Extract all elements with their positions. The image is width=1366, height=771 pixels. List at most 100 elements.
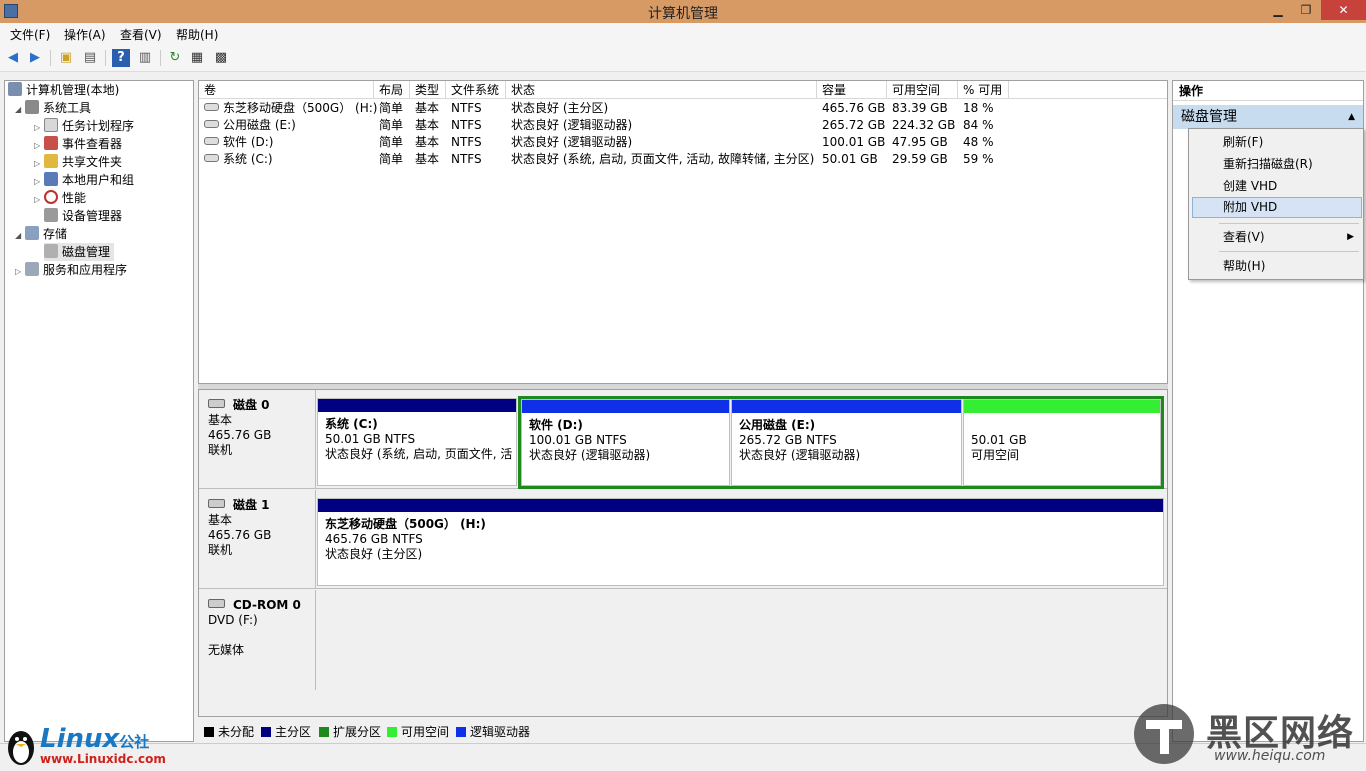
column-percent-free[interactable]: % 可用 [958, 81, 1009, 99]
column-capacity[interactable]: 容量 [817, 81, 887, 99]
rescan-icon[interactable]: ▩ [212, 49, 230, 67]
actions-header: 操作 [1173, 81, 1363, 101]
expand-arrow-icon[interactable]: ▷ [34, 191, 44, 209]
tree-root-label: 计算机管理(本地) [26, 83, 120, 97]
window-title: 计算机管理 [648, 6, 718, 22]
submenu-arrow-icon: ▶ [1347, 232, 1354, 242]
help-icon[interactable]: ? [112, 49, 130, 67]
disk-map: 磁盘 0 基本 465.76 GB 联机 系统 (C:) 50.01 GB NT… [198, 389, 1168, 717]
capacity-cell: 50.01 GB [822, 152, 878, 166]
disk-1-label[interactable]: 磁盘 1 基本 465.76 GB 联机 [199, 490, 316, 588]
users-icon [44, 172, 58, 186]
legend: 未分配 主分区 扩展分区 可用空间 逻辑驱动器 [198, 719, 1168, 741]
free-space-cell: 47.95 GB [892, 135, 948, 149]
layout-cell: 简单 [379, 152, 404, 166]
menu-item-create-vhd[interactable]: 创建 VHD [1192, 176, 1362, 197]
column-free-space[interactable]: 可用空间 [887, 81, 958, 99]
up-folder-icon[interactable]: ▣ [57, 49, 75, 67]
partition-d[interactable]: 软件 (D:) 100.01 GB NTFS 状态良好 (逻辑驱动器) [521, 399, 730, 486]
menu-help[interactable]: 帮助(H) [176, 26, 218, 43]
collapse-arrow-icon[interactable]: ◢ [15, 101, 25, 119]
disk-size: 465.76 GB [208, 528, 272, 542]
collapse-arrow-icon[interactable]: ◢ [15, 227, 25, 245]
collapse-up-icon[interactable]: ▲ [1348, 105, 1355, 129]
partition-size: 50.01 GB NTFS [325, 432, 416, 446]
menu-item-rescan-disks[interactable]: 重新扫描磁盘(R) [1192, 154, 1362, 175]
layout-cell: 简单 [379, 101, 404, 115]
partition-size: 100.01 GB NTFS [529, 433, 627, 447]
table-row[interactable]: 公用磁盘 (E:) 简单 基本 NTFS 状态良好 (逻辑驱动器) 265.72… [199, 117, 1167, 134]
tree-root[interactable]: 计算机管理(本地) [8, 81, 119, 99]
partition-status: 状态良好 (主分区) [325, 547, 423, 561]
menu-action[interactable]: 操作(A) [64, 26, 106, 43]
menu-file[interactable]: 文件(F) [10, 26, 50, 43]
menu-item-label: 查看(V) [1223, 230, 1265, 244]
tree-event-viewer[interactable]: ▷ 事件查看器 [34, 135, 122, 153]
column-layout[interactable]: 布局 [374, 81, 410, 99]
toolbar-divider [50, 50, 51, 66]
computer-icon [8, 82, 22, 96]
partition-e[interactable]: 公用磁盘 (E:) 265.72 GB NTFS 状态良好 (逻辑驱动器) [731, 399, 962, 486]
table-row[interactable]: 系统 (C:) 简单 基本 NTFS 状态良好 (系统, 启动, 页面文件, 活… [199, 151, 1167, 168]
percent-free-cell: 59 % [963, 152, 994, 166]
tree-storage[interactable]: ◢ 存储 [15, 225, 67, 243]
show-hide-tree-icon[interactable]: ▤ [81, 49, 99, 67]
minimize-button[interactable]: ▁ [1263, 0, 1293, 20]
column-type[interactable]: 类型 [410, 81, 446, 99]
menu-item-view[interactable]: 查看(V) ▶ [1192, 227, 1362, 248]
tree-task-scheduler[interactable]: ▷ 任务计划程序 [34, 117, 134, 135]
free-space-bar [964, 400, 1160, 413]
properties-icon[interactable]: ▦ [188, 49, 206, 67]
column-filesystem[interactable]: 文件系统 [446, 81, 506, 99]
back-icon[interactable]: ◀ [4, 49, 22, 67]
volume-list: 卷 布局 类型 文件系统 状态 容量 可用空间 % 可用 东芝移动硬盘（500G… [198, 80, 1168, 384]
column-volume[interactable]: 卷 [199, 81, 374, 99]
type-cell: 基本 [415, 101, 440, 115]
tree-system-tools[interactable]: ◢ 系统工具 [15, 99, 91, 117]
tree-label: 服务和应用程序 [43, 263, 128, 277]
linux-brand-text: Linux [40, 724, 120, 754]
status-cell: 状态良好 (逻辑驱动器) [511, 135, 633, 149]
partition-free-space[interactable]: 50.01 GB 可用空间 [963, 399, 1161, 486]
unallocated-swatch [204, 727, 214, 737]
menu-item-refresh[interactable]: 刷新(F) [1192, 132, 1362, 153]
tree-device-manager[interactable]: 设备管理器 [44, 207, 122, 225]
legend-free: 可用空间 [387, 723, 449, 740]
free-swatch [387, 727, 397, 737]
type-cell: 基本 [415, 152, 440, 166]
menu-item-help[interactable]: 帮助(H) [1192, 256, 1362, 277]
partition-c[interactable]: 系统 (C:) 50.01 GB NTFS 状态良好 (系统, 启动, 页面文件… [317, 398, 517, 486]
disk-type: 基本 [208, 413, 233, 427]
close-button[interactable]: ✕ [1321, 0, 1366, 20]
primary-partition-bar [318, 399, 516, 412]
actions-section-disk-management[interactable]: 磁盘管理 ▲ [1173, 105, 1363, 129]
table-row[interactable]: 东芝移动硬盘（500G） (H:) 简单 基本 NTFS 状态良好 (主分区) … [199, 100, 1167, 117]
actions-section-label: 磁盘管理 [1181, 109, 1237, 125]
restore-button[interactable]: ❐ [1291, 0, 1321, 20]
menu-item-attach-vhd[interactable]: 附加 VHD [1192, 197, 1362, 218]
tree-shared-folders[interactable]: ▷ 共享文件夹 [34, 153, 122, 171]
tree-services-apps[interactable]: ▷ 服务和应用程序 [15, 261, 127, 279]
expand-arrow-icon[interactable]: ▷ [15, 263, 25, 281]
volume-list-header: 卷 布局 类型 文件系统 状态 容量 可用空间 % 可用 [199, 81, 1167, 99]
disk-0-label[interactable]: 磁盘 0 基本 465.76 GB 联机 [199, 390, 316, 488]
legend-unallocated: 未分配 [204, 723, 254, 740]
filesystem-cell: NTFS [451, 135, 482, 149]
column-status[interactable]: 状态 [506, 81, 817, 99]
legend-label: 扩展分区 [333, 725, 382, 739]
legend-label: 主分区 [275, 725, 312, 739]
disk-row-0: 磁盘 0 基本 465.76 GB 联机 系统 (C:) 50.01 GB NT… [199, 390, 1167, 489]
cdrom-label[interactable]: CD-ROM 0 DVD (F:) 无媒体 [199, 590, 316, 690]
tree-local-users[interactable]: ▷ 本地用户和组 [34, 171, 134, 189]
table-row[interactable]: 软件 (D:) 简单 基本 NTFS 状态良好 (逻辑驱动器) 100.01 G… [199, 134, 1167, 151]
forward-icon[interactable]: ▶ [26, 49, 44, 67]
partition-h[interactable]: 东芝移动硬盘（500G） (H:) 465.76 GB NTFS 状态良好 (主… [317, 498, 1164, 586]
properties-pane-icon[interactable]: ▥ [136, 49, 154, 67]
refresh-icon[interactable]: ↻ [166, 49, 184, 67]
tree-label: 本地用户和组 [62, 173, 135, 187]
tree-performance[interactable]: ▷ 性能 [34, 189, 86, 207]
tree-disk-management[interactable]: 磁盘管理 [44, 243, 115, 261]
menu-view[interactable]: 查看(V) [120, 26, 162, 43]
menu-separator [1219, 223, 1359, 224]
logical-drive-bar [732, 400, 961, 413]
